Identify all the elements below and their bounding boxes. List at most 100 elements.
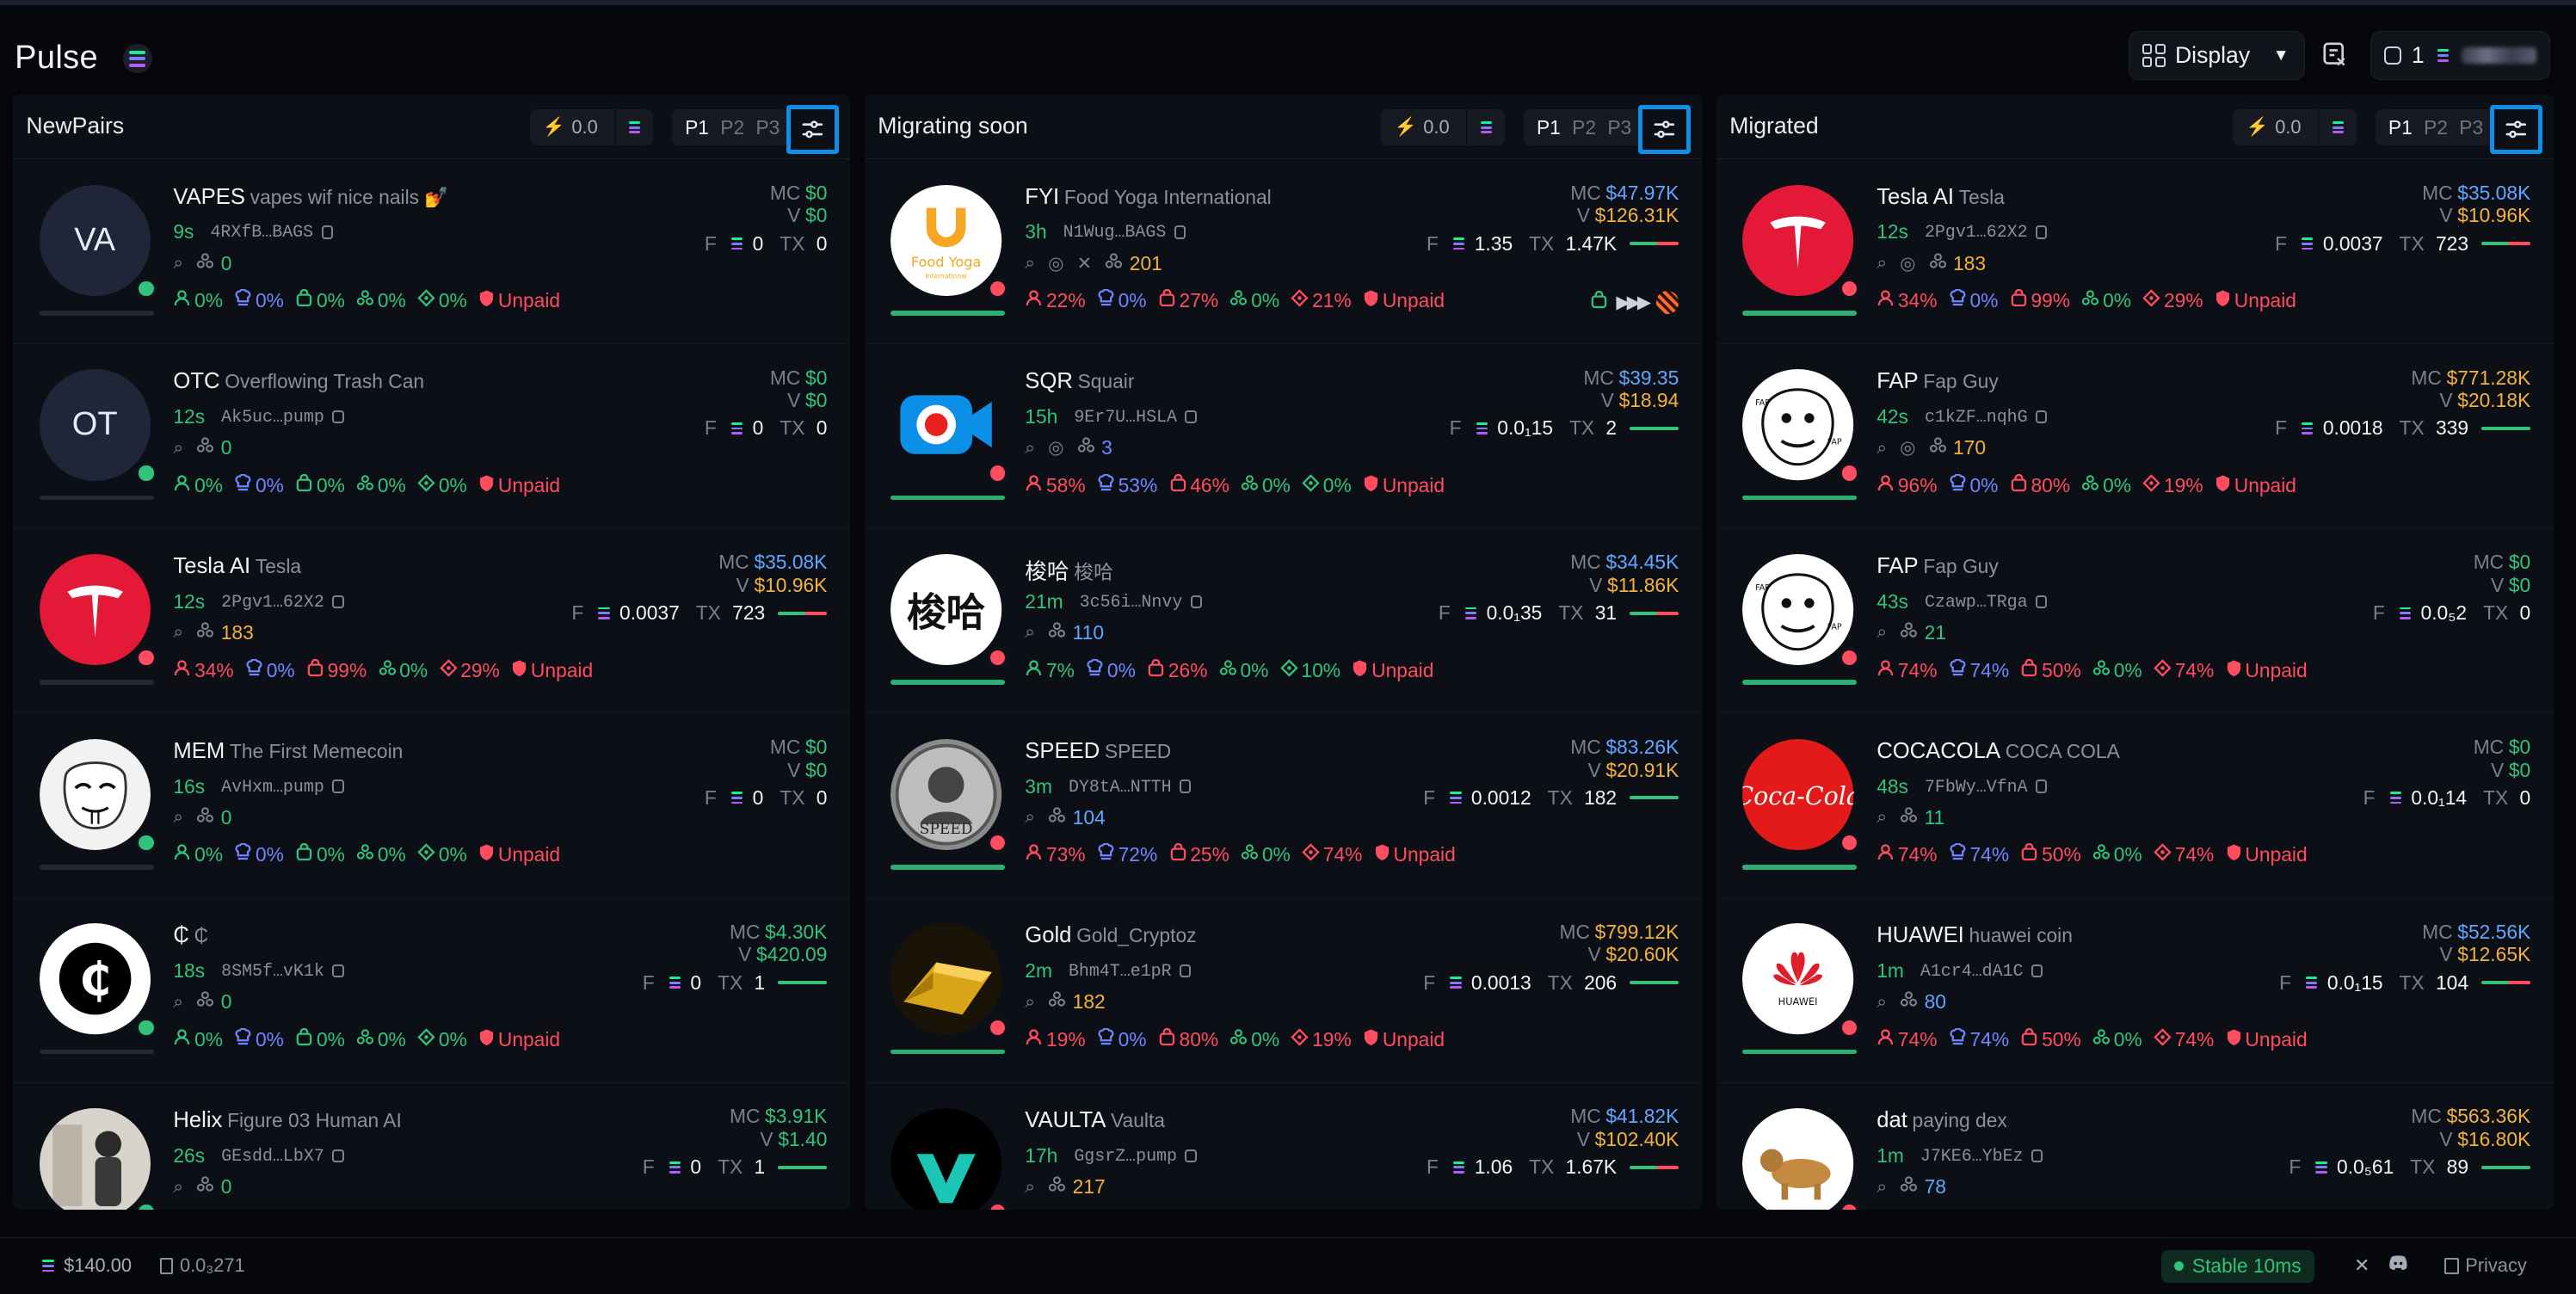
snipers-stat[interactable]: 80% — [1158, 1028, 1218, 1051]
snipers-stat[interactable]: 46% — [1169, 473, 1229, 497]
bundlers-stat[interactable]: 0% — [1302, 474, 1352, 497]
bundlers-stat[interactable]: 10% — [1280, 659, 1340, 682]
copy-icon[interactable] — [2036, 595, 2048, 608]
token-row[interactable]: SPEED SPEED SPEED 3m DY8tA…NTTH ⌕ 104 73% 72% 25%… — [865, 712, 1702, 899]
token-avatar[interactable]: VA — [39, 184, 157, 299]
search-icon[interactable]: ⌕ — [173, 622, 183, 643]
bundlers-stat[interactable]: 21% — [1291, 289, 1352, 312]
search-icon[interactable]: ⌕ — [173, 992, 183, 1013]
token-row[interactable]: VA VAPES vapes wif nice nails 💅 9s 4RXfB…BAG… — [13, 158, 850, 344]
copy-icon[interactable] — [332, 1149, 344, 1163]
token-row[interactable]: MEM The First Memecoin 16s AvHxm…pump ⌕ 0 0% 0%… — [13, 712, 850, 899]
copy-icon[interactable] — [332, 595, 344, 608]
top10-holders-stat[interactable]: 73% — [1025, 843, 1086, 866]
snipers-stat[interactable]: 0% — [295, 473, 345, 497]
search-icon[interactable]: ⌕ — [1025, 622, 1035, 643]
preset-tab-p3[interactable]: P3 — [755, 116, 780, 139]
token-title[interactable]: FAP Fap Guy — [1877, 369, 1999, 394]
insiders-stat[interactable]: 0% — [356, 1028, 406, 1051]
bundlers-stat[interactable]: 74% — [2154, 1028, 2214, 1051]
filter-settings-button[interactable] — [1637, 104, 1692, 155]
copy-icon[interactable] — [332, 410, 344, 424]
token-row[interactable]: FAP FAP FAP Fap Guy 43s Czawp…TRga ⌕ 21 74% 74% 50… — [1716, 528, 2554, 714]
filter-settings-button[interactable] — [786, 104, 840, 155]
search-icon[interactable]: ⌕ — [173, 1177, 183, 1198]
copy-icon[interactable] — [2031, 964, 2043, 978]
dev-holding-stat[interactable]: 0% — [1949, 288, 1998, 312]
contract-address[interactable]: DY8tA…NTTH — [1069, 777, 1172, 797]
snipers-stat[interactable]: 80% — [2010, 473, 2070, 497]
preset-tab-p2[interactable]: P2 — [720, 116, 744, 139]
sol-price[interactable]: $140.00 — [40, 1254, 132, 1277]
wallet-selector[interactable]: 1 — [2370, 31, 2550, 81]
search-icon[interactable]: ⌕ — [1877, 622, 1887, 643]
search-icon[interactable]: ⌕ — [1877, 1177, 1887, 1198]
contract-address[interactable]: J7KE6…YbEz — [1920, 1146, 2024, 1166]
dev-holding-stat[interactable]: 0% — [1097, 288, 1147, 312]
contract-address[interactable]: GgsrZ…pump — [1074, 1146, 1177, 1166]
insiders-stat[interactable]: 0% — [2092, 843, 2142, 866]
bundlers-stat[interactable]: 19% — [2142, 474, 2203, 497]
quick-buy-amount-pill[interactable]: ⚡ 0.0 — [529, 109, 654, 146]
contract-address[interactable]: 9Er7U…HSLA — [1074, 407, 1177, 427]
token-title[interactable]: dat paying dex — [1877, 1108, 2007, 1133]
privacy-link[interactable]: Privacy — [2444, 1254, 2527, 1277]
top10-holders-stat[interactable]: 58% — [1025, 474, 1086, 497]
contract-address[interactable]: 7FbWy…VfnA — [1925, 777, 2028, 797]
connection-status-badge[interactable]: Stable 10ms — [2160, 1249, 2314, 1283]
token-avatar[interactable]: OT — [39, 369, 157, 484]
token-row[interactable]: OT OTC Overflowing Trash Can 12s Ak5uc…pump ⌕… — [13, 343, 850, 529]
dev-holding-stat[interactable]: 74% — [1949, 658, 2009, 682]
search-icon[interactable]: ⌕ — [1025, 253, 1035, 274]
dev-holding-stat[interactable]: 0% — [234, 473, 284, 497]
search-icon[interactable]: ⌕ — [1877, 438, 1887, 459]
dev-holding-stat[interactable]: 0% — [234, 842, 284, 866]
snipers-stat[interactable]: 27% — [1158, 289, 1218, 312]
copy-icon[interactable] — [321, 225, 333, 239]
token-avatar[interactable]: SPEED — [891, 738, 1009, 853]
snipers-stat[interactable]: 50% — [2020, 843, 2081, 866]
search-icon[interactable]: ⌕ — [1877, 992, 1887, 1013]
contract-address[interactable]: Ak5uc…pump — [221, 407, 324, 427]
token-avatar[interactable]: HUAWEI — [1742, 923, 1861, 1038]
token-avatar[interactable] — [39, 1108, 157, 1210]
contract-address[interactable]: A1cr4…dA1C — [1920, 961, 2024, 981]
insiders-stat[interactable]: 0% — [356, 843, 406, 866]
token-title[interactable]: HUAWEI huawei coin — [1877, 923, 2073, 948]
dev-holding-stat[interactable]: 0% — [234, 288, 284, 312]
contract-address[interactable]: 2Pgv1…62X2 — [221, 592, 324, 612]
snipers-stat[interactable]: 99% — [306, 658, 367, 682]
search-icon[interactable]: ⌕ — [1877, 253, 1887, 274]
contract-address[interactable]: Bhm4T…e1pR — [1069, 961, 1172, 981]
copy-icon[interactable] — [332, 964, 344, 978]
copy-icon[interactable] — [1185, 1149, 1197, 1163]
snipers-stat[interactable]: 50% — [2020, 658, 2081, 682]
token-title[interactable]: Tesla AI Tesla — [1877, 185, 2005, 210]
token-avatar[interactable] — [39, 554, 157, 669]
dev-holding-stat[interactable]: 74% — [1949, 1027, 2009, 1051]
token-avatar[interactable] — [891, 369, 1009, 484]
token-row[interactable]: Coca-Cola COCACOLACOCA COLA 48s 7FbWy…VfnA ⌕… — [1716, 712, 2554, 899]
x-icon[interactable]: ✕ — [1077, 253, 1093, 274]
copy-icon[interactable] — [1180, 964, 1192, 978]
snipers-stat[interactable]: 0% — [295, 1028, 345, 1051]
token-avatar[interactable] — [1742, 184, 1861, 299]
copy-icon[interactable] — [2031, 1149, 2043, 1163]
dev-holding-stat[interactable]: 72% — [1097, 842, 1157, 866]
token-title[interactable]: ₵ ₵ — [173, 923, 208, 948]
token-row[interactable]: HUAWEI HUAWEI huawei coin 1m A1cr4…dA1C ⌕ 80 74… — [1716, 897, 2554, 1083]
insiders-stat[interactable]: 0% — [356, 289, 406, 312]
dev-holding-stat[interactable]: 0% — [1949, 473, 1998, 497]
snipers-stat[interactable]: 99% — [2010, 289, 2070, 312]
bundlers-stat[interactable]: 0% — [417, 474, 467, 497]
token-avatar[interactable]: 梭哈 — [891, 554, 1009, 669]
top10-holders-stat[interactable]: 0% — [173, 289, 223, 312]
copy-icon[interactable] — [1180, 779, 1192, 793]
contract-address[interactable]: 8SM5f…vK1k — [221, 961, 324, 981]
discord-icon[interactable] — [2388, 1254, 2408, 1271]
token-title[interactable]: Tesla AI Tesla — [173, 554, 301, 579]
copy-icon[interactable] — [332, 779, 344, 793]
top10-holders-stat[interactable]: 74% — [1877, 843, 1938, 866]
token-title[interactable]: SQR Squair — [1025, 369, 1134, 394]
search-icon[interactable]: ⌕ — [173, 807, 183, 828]
